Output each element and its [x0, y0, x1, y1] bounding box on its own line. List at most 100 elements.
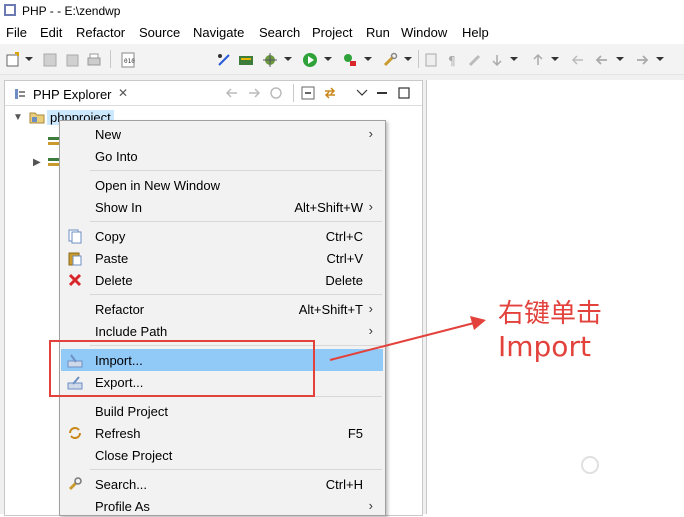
menu-search[interactable]: Search: [259, 25, 300, 40]
wrench-icon[interactable]: [382, 52, 398, 68]
context-menu: New › Go Into Open in New Window Show In…: [59, 120, 386, 516]
view-menu-icon[interactable]: [355, 86, 369, 100]
menu-run[interactable]: Run: [366, 25, 390, 40]
submenu-arrow-icon: ›: [368, 498, 373, 513]
menu-item-shortcut: Delete: [325, 273, 363, 288]
main-toolbar: 010 ¶: [0, 44, 684, 75]
minimize-icon[interactable]: [375, 86, 389, 100]
menu-item-search[interactable]: Search... Ctrl+H: [61, 473, 383, 495]
last-edit-icon[interactable]: [570, 52, 586, 68]
highlight-box: [49, 340, 315, 397]
paste-icon: [68, 252, 82, 266]
debug-dropdown-icon[interactable]: [284, 57, 292, 61]
menu-separator: [90, 221, 382, 222]
new-dropdown-icon[interactable]: [25, 57, 33, 61]
run-dropdown-icon[interactable]: [324, 57, 332, 61]
refresh-icon: [69, 427, 81, 439]
wrench-dropdown-icon[interactable]: [404, 57, 412, 61]
menu-item-include-path[interactable]: Include Path ›: [61, 320, 383, 342]
menu-bar: File Edit Refactor Source Navigate Searc…: [0, 22, 684, 43]
debug-icon[interactable]: [262, 52, 278, 68]
menu-item-refactor[interactable]: Refactor Alt+Shift+T ›: [61, 298, 383, 320]
php-project-icon[interactable]: [238, 52, 254, 68]
view-toolbar-separator: [293, 84, 294, 102]
submenu-arrow-icon: ›: [368, 126, 373, 141]
menu-item-label: Copy: [95, 229, 126, 244]
forward-icon[interactable]: [634, 52, 650, 68]
collapse-all-icon[interactable]: [301, 86, 315, 100]
menu-item-label: New: [95, 127, 122, 142]
view-tab-header: PHP Explorer ✕: [5, 81, 422, 106]
menu-item-label: Include Path: [95, 324, 168, 339]
menu-item-open-in-new-window[interactable]: Open in New Window: [61, 174, 383, 196]
previous-annotation-icon[interactable]: [530, 52, 546, 68]
annotation-line-1: 右键单击: [498, 299, 603, 329]
annotation-nav-dropdown-icon[interactable]: [510, 57, 518, 61]
menu-item-label: Delete: [95, 273, 133, 288]
save-icon[interactable]: [42, 52, 58, 68]
menu-item-shortcut: Ctrl+C: [325, 229, 363, 244]
menu-item-copy[interactable]: Copy Ctrl+C: [61, 225, 383, 247]
menu-item-delete[interactable]: Delete Delete: [61, 269, 383, 291]
back-nav-icon[interactable]: [225, 86, 239, 100]
run-icon[interactable]: [302, 52, 318, 68]
previous-annotation-dropdown-icon[interactable]: [551, 57, 559, 61]
toggle-mark-icon[interactable]: [423, 52, 439, 68]
close-icon[interactable]: ✕: [118, 86, 128, 100]
menu-item-label: Refresh: [95, 426, 141, 441]
forward-dropdown-icon[interactable]: [656, 57, 664, 61]
window-title: PHP - - E:\zendwp: [22, 4, 121, 18]
back-dropdown-icon[interactable]: [616, 57, 624, 61]
menu-help[interactable]: Help: [462, 25, 489, 40]
menu-item-go-into[interactable]: Go Into: [61, 145, 383, 167]
menu-project[interactable]: Project: [312, 25, 352, 40]
menu-item-shortcut: Alt+Shift+W: [294, 200, 363, 215]
annotation-nav-icon[interactable]: [489, 52, 505, 68]
submenu-arrow-icon: ›: [368, 301, 373, 316]
external-tools-icon[interactable]: [342, 52, 358, 68]
svg-text:¶: ¶: [448, 54, 456, 68]
menu-item-label: Close Project: [95, 448, 173, 463]
binary-icon[interactable]: 010: [120, 52, 136, 68]
menu-item-refresh[interactable]: Refresh F5: [61, 422, 383, 444]
show-whitespace-icon[interactable]: ¶: [445, 52, 461, 68]
maximize-icon[interactable]: [397, 86, 411, 100]
save-all-icon[interactable]: [64, 52, 80, 68]
menu-item-label: Go Into: [95, 149, 138, 164]
tab-php-explorer[interactable]: PHP Explorer ✕: [7, 82, 129, 104]
menu-item-label: Profile As: [95, 499, 150, 514]
menu-item-label: Open in New Window: [95, 178, 220, 193]
menu-source[interactable]: Source: [139, 25, 180, 40]
menu-item-show-in[interactable]: Show In Alt+Shift+W ›: [61, 196, 383, 218]
menu-item-label: Search...: [95, 477, 148, 492]
toolbar-separator: [110, 50, 111, 68]
menu-item-build-project[interactable]: Build Project: [61, 400, 383, 422]
external-tools-dropdown-icon[interactable]: [364, 57, 372, 61]
copy-icon: [68, 229, 82, 244]
forward-nav-icon[interactable]: [247, 86, 261, 100]
menu-item-close-project[interactable]: Close Project: [61, 444, 383, 466]
link-with-editor-icon[interactable]: [323, 86, 337, 100]
search-icon: [68, 477, 82, 491]
expanded-chevron-icon[interactable]: ▼: [13, 112, 23, 123]
menu-refactor[interactable]: Refactor: [76, 25, 125, 40]
new-icon[interactable]: [5, 52, 21, 68]
submenu-arrow-icon: ›: [368, 199, 373, 214]
print-icon[interactable]: [86, 52, 102, 68]
submenu-arrow-icon: ›: [368, 323, 373, 338]
menu-edit[interactable]: Edit: [40, 25, 62, 40]
menu-separator: [90, 294, 382, 295]
project-folder-icon: [29, 112, 45, 124]
menu-window[interactable]: Window: [401, 25, 447, 40]
debug-tool-icon[interactable]: [216, 52, 232, 68]
collapsed-chevron-icon[interactable]: ▶: [33, 157, 41, 168]
menu-item-label: Build Project: [95, 404, 168, 419]
back-icon[interactable]: [594, 52, 610, 68]
up-nav-icon[interactable]: [269, 86, 283, 100]
menu-file[interactable]: File: [6, 25, 27, 40]
edit-pencil-icon[interactable]: [467, 52, 483, 68]
menu-item-paste[interactable]: Paste Ctrl+V: [61, 247, 383, 269]
menu-navigate[interactable]: Navigate: [193, 25, 244, 40]
menu-item-new[interactable]: New ›: [61, 123, 383, 145]
svg-text:010: 010: [124, 58, 135, 65]
